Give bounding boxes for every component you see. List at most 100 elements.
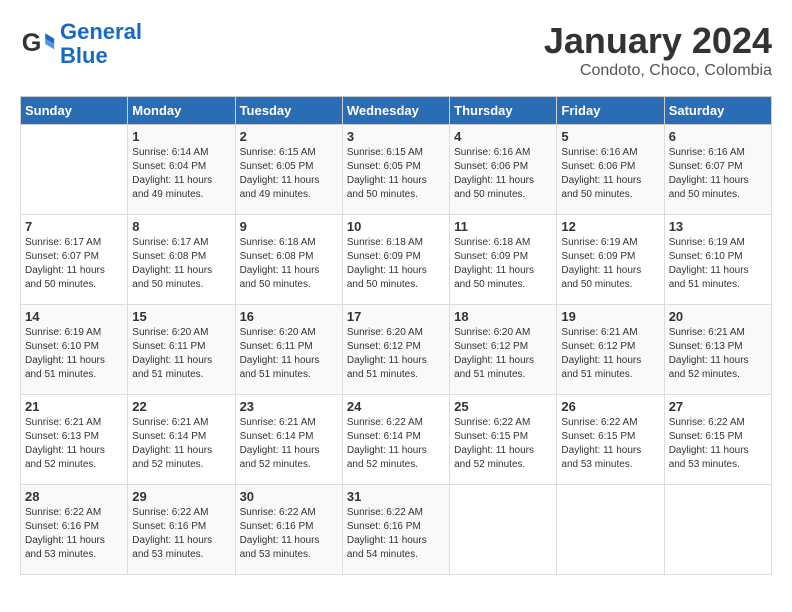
day-number: 15 bbox=[132, 309, 230, 324]
day-number: 7 bbox=[25, 219, 123, 234]
calendar-day-cell: 16 Sunrise: 6:20 AM Sunset: 6:11 PM Dayli… bbox=[235, 305, 342, 395]
day-info: Sunrise: 6:22 AM Sunset: 6:16 PM Dayligh… bbox=[132, 506, 230, 562]
calendar-week-row: 7 Sunrise: 6:17 AM Sunset: 6:07 PM Daylig… bbox=[21, 215, 772, 305]
title-block: January 2024 Condoto, Choco, Colombia bbox=[544, 20, 772, 80]
day-of-week-header: Wednesday bbox=[342, 97, 449, 125]
calendar-day-cell: 27Sunrise: 6:22 AM Sunset: 6:15 PM Dayli… bbox=[664, 395, 771, 485]
day-number: 31 bbox=[347, 489, 445, 504]
day-number: 18 bbox=[454, 309, 552, 324]
day-info: Sunrise: 6:22 AM Sunset: 6:16 PM Dayligh… bbox=[347, 506, 445, 562]
day-number: 26 bbox=[561, 399, 659, 414]
day-number: 16 bbox=[240, 309, 338, 324]
calendar-day-cell: 11Sunrise: 6:18 AM Sunset: 6:09 PM Dayli… bbox=[450, 215, 557, 305]
location: Condoto, Choco, Colombia bbox=[544, 62, 772, 80]
calendar-day-cell: 1Sunrise: 6:14 AM Sunset: 6:04 PM Daylig… bbox=[128, 125, 235, 215]
calendar-day-cell: 10 Sunrise: 6:18 AM Sunset: 6:09 PM Dayli… bbox=[342, 215, 449, 305]
calendar-table: SundayMondayTuesdayWednesdayThursdayFrid… bbox=[20, 96, 772, 575]
day-info: Sunrise: 6:20 AM Sunset: 6:12 PM Dayligh… bbox=[347, 326, 445, 382]
day-info: Sunrise: 6:20 AM Sunset: 6:11 PM Dayligh… bbox=[240, 326, 338, 382]
day-number: 19 bbox=[561, 309, 659, 324]
day-of-week-header: Sunday bbox=[21, 97, 128, 125]
day-number: 3 bbox=[347, 129, 445, 144]
day-number: 20 bbox=[669, 309, 767, 324]
day-of-week-header: Thursday bbox=[450, 97, 557, 125]
calendar-day-cell bbox=[557, 485, 664, 575]
calendar-week-row: 14 Sunrise: 6:19 AM Sunset: 6:10 PM Dayli… bbox=[21, 305, 772, 395]
day-number: 2 bbox=[240, 129, 338, 144]
logo-general: General bbox=[60, 19, 142, 44]
day-info: Sunrise: 6:17 AM Sunset: 6:08 PM Dayligh… bbox=[132, 236, 230, 292]
calendar-week-row: 28 Sunrise: 6:22 AM Sunset: 6:16 PM Dayli… bbox=[21, 485, 772, 575]
day-info: Sunrise: 6:16 AM Sunset: 6:06 PM Dayligh… bbox=[561, 146, 659, 202]
calendar-week-row: 21 Sunrise: 6:21 AM Sunset: 6:13 PM Dayli… bbox=[21, 395, 772, 485]
day-number: 6 bbox=[669, 129, 767, 144]
calendar-day-cell: 30Sunrise: 6:22 AM Sunset: 6:16 PM Dayli… bbox=[235, 485, 342, 575]
calendar-day-cell: 14 Sunrise: 6:19 AM Sunset: 6:10 PM Dayli… bbox=[21, 305, 128, 395]
calendar-day-cell bbox=[21, 125, 128, 215]
calendar-day-cell: 29Sunrise: 6:22 AM Sunset: 6:16 PM Dayli… bbox=[128, 485, 235, 575]
day-info: Sunrise: 6:21 AM Sunset: 6:14 PM Dayligh… bbox=[132, 416, 230, 472]
day-info: Sunrise: 6:21 AM Sunset: 6:14 PM Dayligh… bbox=[240, 416, 338, 472]
day-number: 25 bbox=[454, 399, 552, 414]
day-number: 23 bbox=[240, 399, 338, 414]
logo-blue: Blue bbox=[60, 43, 108, 68]
day-number: 14 bbox=[25, 309, 123, 324]
calendar-day-cell: 18Sunrise: 6:20 AM Sunset: 6:12 PM Dayli… bbox=[450, 305, 557, 395]
calendar-day-cell: 7 Sunrise: 6:17 AM Sunset: 6:07 PM Daylig… bbox=[21, 215, 128, 305]
day-info: Sunrise: 6:22 AM Sunset: 6:15 PM Dayligh… bbox=[561, 416, 659, 472]
calendar-day-cell: 19Sunrise: 6:21 AM Sunset: 6:12 PM Dayli… bbox=[557, 305, 664, 395]
day-number: 22 bbox=[132, 399, 230, 414]
day-info: Sunrise: 6:16 AM Sunset: 6:06 PM Dayligh… bbox=[454, 146, 552, 202]
day-of-week-header: Friday bbox=[557, 97, 664, 125]
calendar-week-row: 1Sunrise: 6:14 AM Sunset: 6:04 PM Daylig… bbox=[21, 125, 772, 215]
day-info: Sunrise: 6:18 AM Sunset: 6:08 PM Dayligh… bbox=[240, 236, 338, 292]
day-info: Sunrise: 6:22 AM Sunset: 6:16 PM Dayligh… bbox=[25, 506, 123, 562]
calendar-day-cell: 20 Sunrise: 6:21 AM Sunset: 6:13 PM Dayli… bbox=[664, 305, 771, 395]
calendar-day-cell: 6Sunrise: 6:16 AM Sunset: 6:07 PM Daylig… bbox=[664, 125, 771, 215]
day-number: 24 bbox=[347, 399, 445, 414]
day-info: Sunrise: 6:20 AM Sunset: 6:11 PM Dayligh… bbox=[132, 326, 230, 382]
calendar-day-cell: 3 Sunrise: 6:15 AM Sunset: 6:05 PM Daylig… bbox=[342, 125, 449, 215]
calendar-day-cell: 23 Sunrise: 6:21 AM Sunset: 6:14 PM Dayli… bbox=[235, 395, 342, 485]
day-info: Sunrise: 6:18 AM Sunset: 6:09 PM Dayligh… bbox=[347, 236, 445, 292]
day-of-week-header: Tuesday bbox=[235, 97, 342, 125]
calendar-body: 1Sunrise: 6:14 AM Sunset: 6:04 PM Daylig… bbox=[21, 125, 772, 575]
day-number: 21 bbox=[25, 399, 123, 414]
calendar-day-cell: 4 Sunrise: 6:16 AM Sunset: 6:06 PM Daylig… bbox=[450, 125, 557, 215]
day-number: 17 bbox=[347, 309, 445, 324]
day-info: Sunrise: 6:21 AM Sunset: 6:13 PM Dayligh… bbox=[25, 416, 123, 472]
day-of-week-header: Saturday bbox=[664, 97, 771, 125]
day-info: Sunrise: 6:15 AM Sunset: 6:05 PM Dayligh… bbox=[347, 146, 445, 202]
calendar-day-cell: 21 Sunrise: 6:21 AM Sunset: 6:13 PM Dayli… bbox=[21, 395, 128, 485]
day-number: 10 bbox=[347, 219, 445, 234]
day-number: 9 bbox=[240, 219, 338, 234]
day-info: Sunrise: 6:22 AM Sunset: 6:14 PM Dayligh… bbox=[347, 416, 445, 472]
logo-text: General Blue bbox=[60, 20, 142, 68]
day-info: Sunrise: 6:22 AM Sunset: 6:15 PM Dayligh… bbox=[669, 416, 767, 472]
calendar-day-cell: 5Sunrise: 6:16 AM Sunset: 6:06 PM Daylig… bbox=[557, 125, 664, 215]
day-number: 8 bbox=[132, 219, 230, 234]
day-of-week-header: Monday bbox=[128, 97, 235, 125]
calendar-day-cell: 8 Sunrise: 6:17 AM Sunset: 6:08 PM Daylig… bbox=[128, 215, 235, 305]
calendar-day-cell: 2 Sunrise: 6:15 AM Sunset: 6:05 PM Daylig… bbox=[235, 125, 342, 215]
day-info: Sunrise: 6:19 AM Sunset: 6:10 PM Dayligh… bbox=[25, 326, 123, 382]
svg-text:G: G bbox=[22, 29, 42, 57]
day-info: Sunrise: 6:17 AM Sunset: 6:07 PM Dayligh… bbox=[25, 236, 123, 292]
calendar-day-cell: 15 Sunrise: 6:20 AM Sunset: 6:11 PM Dayli… bbox=[128, 305, 235, 395]
day-info: Sunrise: 6:19 AM Sunset: 6:09 PM Dayligh… bbox=[561, 236, 659, 292]
day-info: Sunrise: 6:15 AM Sunset: 6:05 PM Dayligh… bbox=[240, 146, 338, 202]
day-info: Sunrise: 6:21 AM Sunset: 6:13 PM Dayligh… bbox=[669, 326, 767, 382]
calendar-day-cell: 13Sunrise: 6:19 AM Sunset: 6:10 PM Dayli… bbox=[664, 215, 771, 305]
day-number: 12 bbox=[561, 219, 659, 234]
calendar-day-cell bbox=[664, 485, 771, 575]
calendar-day-cell: 26 Sunrise: 6:22 AM Sunset: 6:15 PM Dayli… bbox=[557, 395, 664, 485]
calendar-day-cell: 25Sunrise: 6:22 AM Sunset: 6:15 PM Dayli… bbox=[450, 395, 557, 485]
logo-icon: G bbox=[20, 26, 56, 62]
day-number: 4 bbox=[454, 129, 552, 144]
day-info: Sunrise: 6:22 AM Sunset: 6:16 PM Dayligh… bbox=[240, 506, 338, 562]
day-number: 28 bbox=[25, 489, 123, 504]
day-number: 1 bbox=[132, 129, 230, 144]
calendar-day-cell: 9 Sunrise: 6:18 AM Sunset: 6:08 PM Daylig… bbox=[235, 215, 342, 305]
day-info: Sunrise: 6:19 AM Sunset: 6:10 PM Dayligh… bbox=[669, 236, 767, 292]
page-header: G General Blue January 2024 Condoto, Cho… bbox=[20, 20, 772, 80]
